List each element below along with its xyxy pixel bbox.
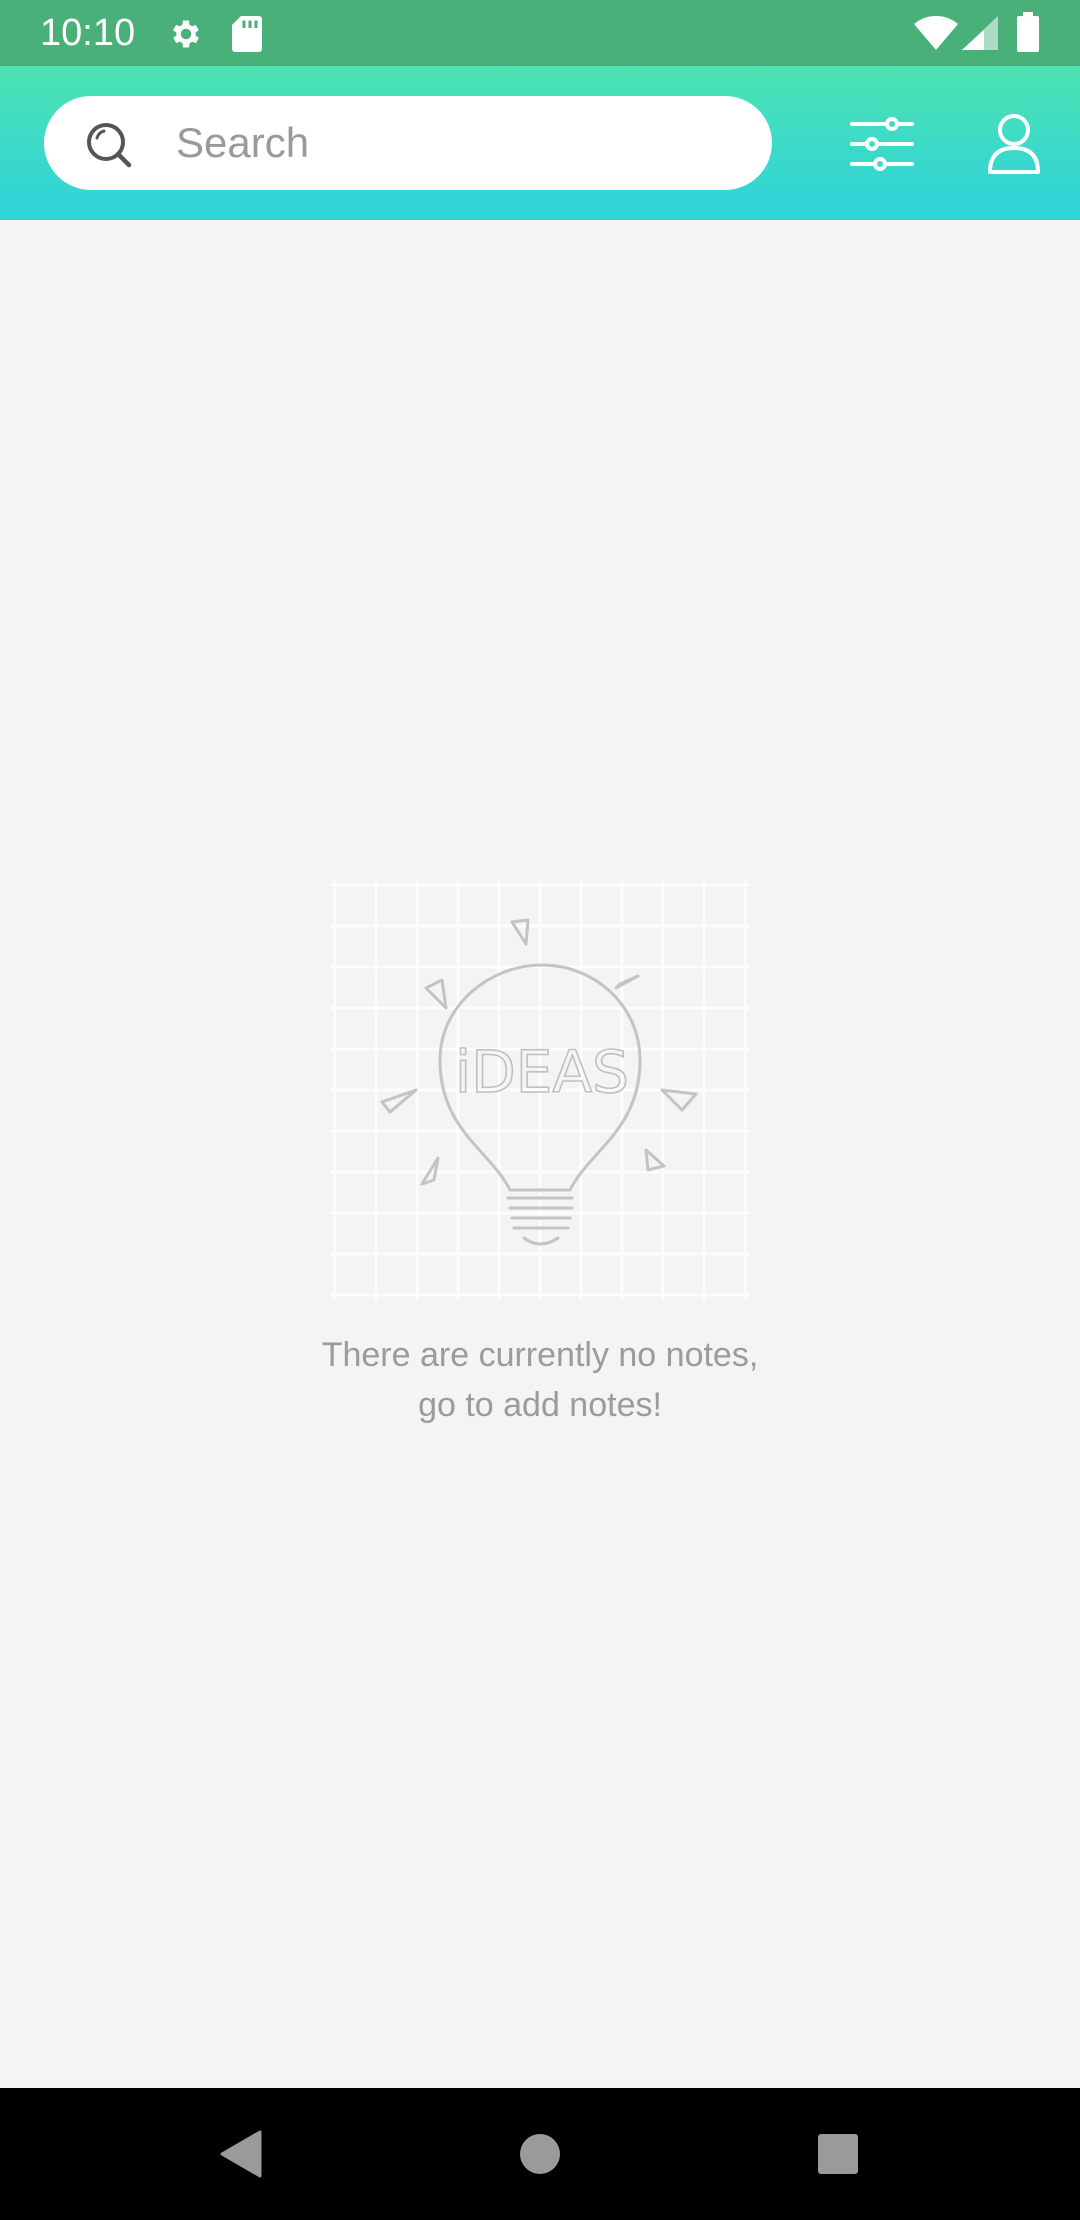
notes-list: iDEAS There are currently no notes, go t… bbox=[0, 220, 1080, 2088]
battery-icon bbox=[1017, 12, 1039, 52]
app-bar bbox=[0, 66, 1080, 220]
recents-icon bbox=[818, 2134, 858, 2174]
gear-icon bbox=[173, 20, 199, 48]
empty-message-line2: go to add notes! bbox=[418, 1386, 662, 1424]
ideas-word: iDEAS bbox=[455, 1038, 629, 1106]
person-icon bbox=[988, 114, 1040, 174]
empty-message-line1: There are currently no notes, bbox=[321, 1336, 759, 1374]
recents-button[interactable] bbox=[808, 2124, 868, 2184]
empty-message: There are currently no notes, go to add … bbox=[240, 1330, 840, 1430]
back-icon bbox=[220, 2130, 262, 2178]
profile-button[interactable] bbox=[974, 104, 1054, 184]
signal-icon bbox=[962, 16, 998, 50]
status-bar: 10:10 bbox=[0, 0, 1080, 66]
home-button[interactable] bbox=[510, 2124, 570, 2184]
filter-button[interactable] bbox=[842, 104, 922, 184]
lightbulb-ideas-illustration: iDEAS bbox=[330, 880, 750, 1300]
back-button[interactable] bbox=[210, 2124, 270, 2184]
wifi-icon bbox=[914, 16, 958, 50]
search-input[interactable] bbox=[176, 96, 746, 190]
search-box[interactable] bbox=[44, 96, 772, 190]
app-root: 10:10 Search iDEAS There are currently n… bbox=[0, 0, 1080, 2220]
system-nav-bar bbox=[0, 2088, 1080, 2220]
sd-card-icon bbox=[232, 16, 262, 52]
home-icon bbox=[520, 2134, 560, 2174]
search-icon bbox=[87, 123, 132, 168]
status-time: 10:10 bbox=[40, 12, 136, 54]
sliders-icon bbox=[850, 117, 914, 171]
